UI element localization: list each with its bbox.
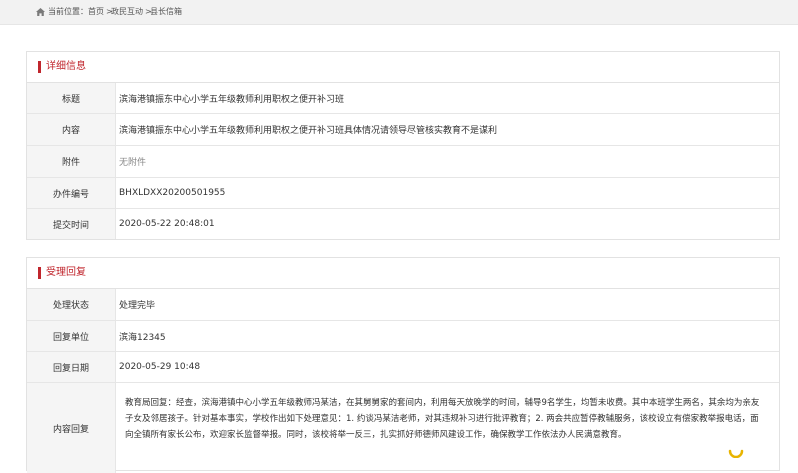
reply-panel-header: 受理回复 <box>27 258 779 289</box>
row-value: 2020-05-22 20:48:01 <box>119 219 215 229</box>
section-marker <box>38 267 41 279</box>
row-label: 提交时间 <box>27 209 116 239</box>
reply-row-date: 回复日期 2020-05-29 10:48 <box>27 352 779 383</box>
breadcrumb-mailbox-link[interactable]: 县长信箱 <box>150 6 182 18</box>
row-value: 无附件 <box>119 158 147 168</box>
detail-row-title: 标题 滨海港镇振东中心小学五年级教师利用职权之便开补习班 <box>27 83 779 114</box>
section-marker <box>38 61 41 73</box>
reply-row-content: 内容回复 教育局回复：经查，滨海港镇中心小学五年级教师冯某洁，在其舅舅家的套间内… <box>27 383 779 473</box>
row-label: 附件 <box>27 146 116 177</box>
reply-panel-title: 受理回复 <box>46 267 86 278</box>
row-value: 滨海12345 <box>119 332 166 343</box>
detail-row-attachment: 附件 无附件 <box>27 146 779 178</box>
row-value: 滨海港镇振东中心小学五年级教师利用职权之便开补习班 <box>119 94 345 105</box>
breadcrumb-prefix: 当前位置： <box>48 7 88 16</box>
row-value: 处理完毕 <box>119 301 156 311</box>
row-label: 回复单位 <box>27 321 116 351</box>
detail-row-case-number: 办件编号 BHXLDXX20200501955 <box>27 178 779 209</box>
row-label: 处理状态 <box>27 289 116 320</box>
row-value: 滨海港镇振东中心小学五年级教师利用职权之便开补习班具体情况请领导尽管核实教育不是… <box>119 126 498 136</box>
row-label: 内容 <box>27 114 116 145</box>
detail-row-submit-time: 提交时间 2020-05-22 20:48:01 <box>27 209 779 239</box>
row-value: 2020-05-29 10:48 <box>119 362 201 372</box>
details-panel: 详细信息 标题 滨海港镇振东中心小学五年级教师利用职权之便开补习班 内容 滨海港… <box>26 51 780 240</box>
breadcrumb-home-link[interactable]: 首页 <box>88 6 104 18</box>
reply-row-status: 处理状态 处理完毕 <box>27 289 779 321</box>
breadcrumb-interaction-link[interactable]: 政民互动 <box>111 6 143 18</box>
reply-content-text: 教育局回复：经查，滨海港镇中心小学五年级教师冯某洁，在其舅舅家的套间内，利用每天… <box>125 398 760 440</box>
row-label: 回复日期 <box>27 352 116 382</box>
details-panel-title: 详细信息 <box>46 61 86 72</box>
row-label: 标题 <box>27 83 116 113</box>
detail-row-content: 内容 滨海港镇振东中心小学五年级教师利用职权之便开补习班具体情况请领导尽管核实教… <box>27 114 779 146</box>
breadcrumb: 当前位置： 首页 > 政民互动 > 县长信箱 <box>0 0 798 25</box>
home-icon <box>36 8 45 16</box>
row-label: 办件编号 <box>27 178 116 208</box>
row-label: 内容回复 <box>27 383 116 473</box>
reply-row-unit: 回复单位 滨海12345 <box>27 321 779 352</box>
loading-spinner-icon <box>728 449 744 458</box>
row-value: BHXLDXX20200501955 <box>119 188 226 198</box>
reply-panel: 受理回复 处理状态 处理完毕 回复单位 滨海12345 回复日期 2020-05… <box>26 257 780 473</box>
details-panel-header: 详细信息 <box>27 52 779 83</box>
